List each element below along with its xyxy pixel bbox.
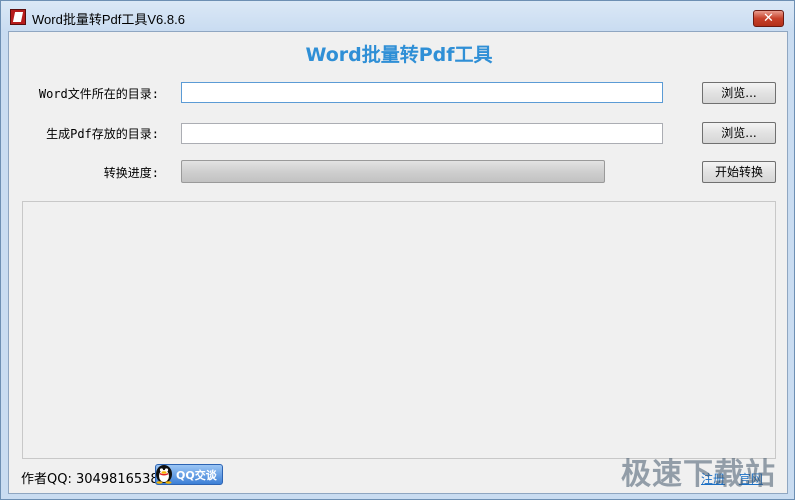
qq-chat-button[interactable]: QQ交谈 bbox=[155, 464, 223, 485]
app-window: Word批量转Pdf工具V6.8.6 ✕ Word批量转Pdf工具 Word文件… bbox=[0, 0, 795, 500]
page-title: Word批量转Pdf工具 bbox=[305, 44, 493, 66]
conversion-progress-bar bbox=[181, 160, 605, 183]
source-dir-input[interactable] bbox=[181, 82, 663, 103]
close-button[interactable]: ✕ bbox=[753, 10, 784, 27]
progress-label: 转换进度: bbox=[103, 166, 159, 180]
qq-penguin-icon bbox=[156, 465, 172, 484]
watermark: 极速下载站 bbox=[621, 457, 776, 492]
output-dir-input[interactable] bbox=[181, 123, 663, 144]
author-qq: 作者QQ: 3049816538 bbox=[21, 472, 159, 487]
output-browse-button[interactable]: 浏览... bbox=[702, 122, 776, 144]
client-area: Word批量转Pdf工具 Word文件所在的目录: 浏览... 生成Pdf存放的… bbox=[8, 31, 788, 494]
source-dir-label: Word文件所在的目录: bbox=[38, 87, 159, 101]
title-bar[interactable]: Word批量转Pdf工具V6.8.6 ✕ bbox=[1, 1, 794, 31]
start-convert-button[interactable]: 开始转换 bbox=[702, 161, 776, 183]
app-icon bbox=[10, 9, 26, 25]
source-browse-button[interactable]: 浏览... bbox=[702, 82, 776, 104]
output-dir-label: 生成Pdf存放的目录: bbox=[46, 127, 159, 141]
log-area[interactable] bbox=[22, 201, 776, 459]
qq-chat-label: QQ交谈 bbox=[176, 469, 217, 482]
window-title: Word批量转Pdf工具V6.8.6 bbox=[32, 12, 185, 27]
